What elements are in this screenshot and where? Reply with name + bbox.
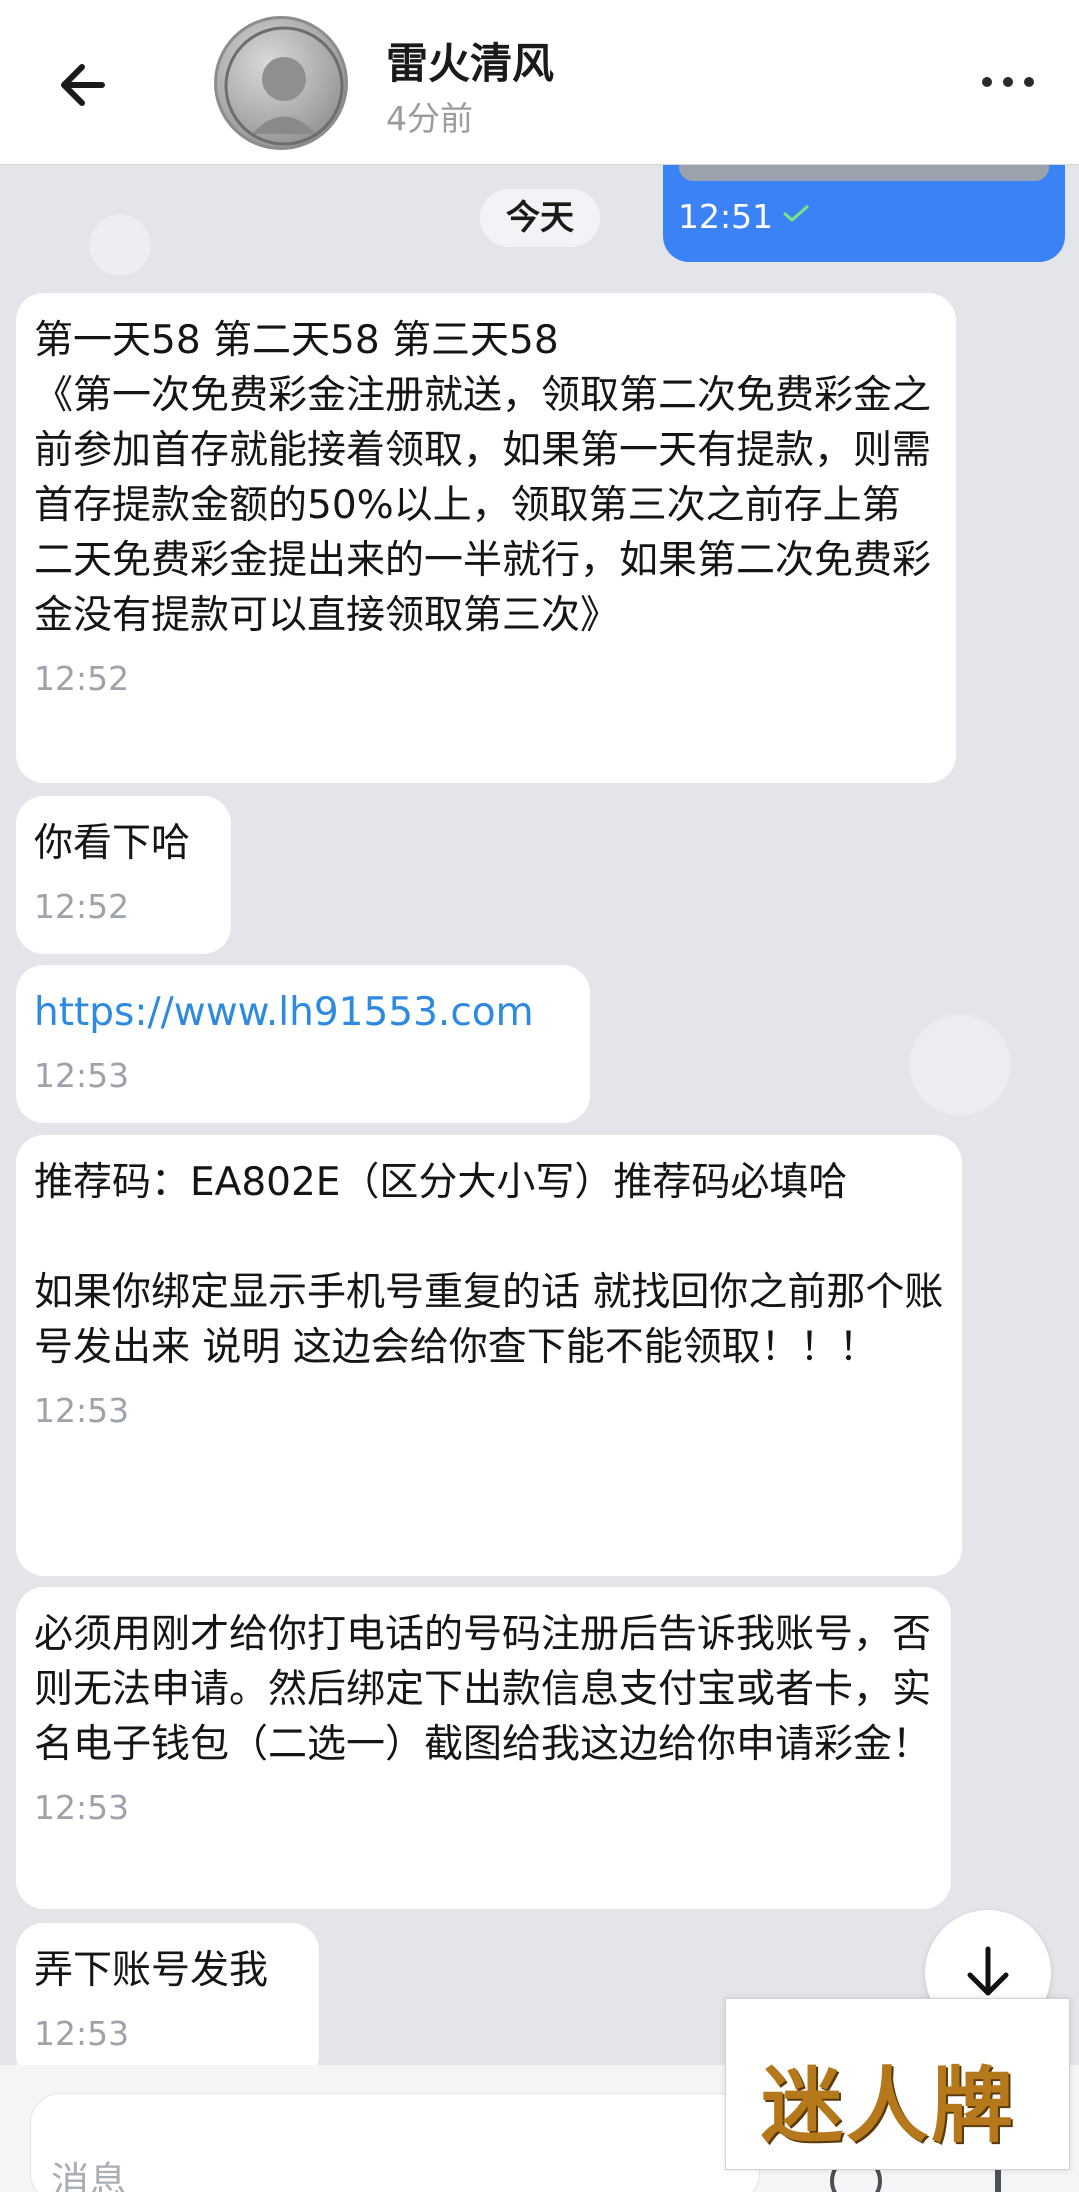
back-arrow-icon[interactable] (50, 50, 120, 120)
chat-header: 雷火清风 4分前 (0, 0, 1079, 165)
message-text: 必须用刚才给你打电话的号码注册后告诉我账号，否则无法申请。然后绑定下出款信息支付… (34, 1612, 932, 1767)
incoming-message-bubble[interactable]: 你看下哈 12:52 (16, 796, 231, 954)
message-time: 12:52 (34, 659, 130, 698)
more-options-icon[interactable] (975, 62, 1045, 102)
message-text: 推荐码：EA802E（区分大小写）推荐码必填哈 如果你绑定显示手机号重复的话 就… (34, 1160, 944, 1370)
last-seen-status: 4分前 (386, 99, 473, 138)
message-time: 12:53 (34, 1788, 130, 1827)
incoming-message-bubble[interactable]: 推荐码：EA802E（区分大小写）推荐码必填哈 如果你绑定显示手机号重复的话 就… (16, 1135, 962, 1576)
message-input-placeholder: 消息 (51, 2159, 128, 2192)
incoming-message-bubble[interactable]: 弄下账号发我 12:53 (16, 1923, 319, 2083)
message-time: 12:53 (34, 1056, 130, 1095)
message-time: 12:51 (678, 197, 774, 236)
incoming-message-bubble[interactable]: https://www.lh91553.com 12:53 (16, 965, 590, 1123)
message-time: 12:52 (34, 887, 130, 926)
incoming-message-bubble[interactable]: 第一天58 第二天58 第三天58 《第一次免费彩金注册就送，领取第二次免费彩金… (16, 293, 956, 783)
message-time: 12:53 (34, 2014, 130, 2053)
message-text: 弄下账号发我 (34, 1948, 269, 1993)
image-preview-strip (679, 165, 1049, 181)
contact-name: 雷火清风 (386, 39, 555, 88)
arrow-down-icon (967, 1946, 1009, 1996)
message-link[interactable]: https://www.lh91553.com (34, 985, 572, 1040)
watermark-logo: 迷人牌 (725, 1998, 1070, 2170)
contact-avatar[interactable] (214, 16, 348, 150)
read-check-icon (781, 203, 811, 223)
message-time: 12:53 (34, 1391, 130, 1430)
message-text: 你看下哈 (34, 821, 191, 866)
message-list[interactable]: 12:51 今天 第一天58 第二天58 第三天58 《第一次免费彩金注册就送，… (0, 165, 1079, 2083)
message-text: 第一天58 第二天58 第三天58 《第一次免费彩金注册就送，领取第二次免费彩金… (34, 318, 932, 638)
message-input[interactable]: 消息 (30, 2093, 760, 2192)
chat-screen: 雷火清风 4分前 12:51 今天 第一天58 第二天58 第三天58 《第一次… (0, 0, 1079, 2192)
watermark-text: 迷人牌 (761, 2058, 1017, 2154)
incoming-message-bubble[interactable]: 必须用刚才给你打电话的号码注册后告诉我账号，否则无法申请。然后绑定下出款信息支付… (16, 1587, 951, 1909)
date-separator: 今天 (480, 189, 600, 247)
outgoing-message-bubble[interactable]: 12:51 (663, 165, 1065, 262)
